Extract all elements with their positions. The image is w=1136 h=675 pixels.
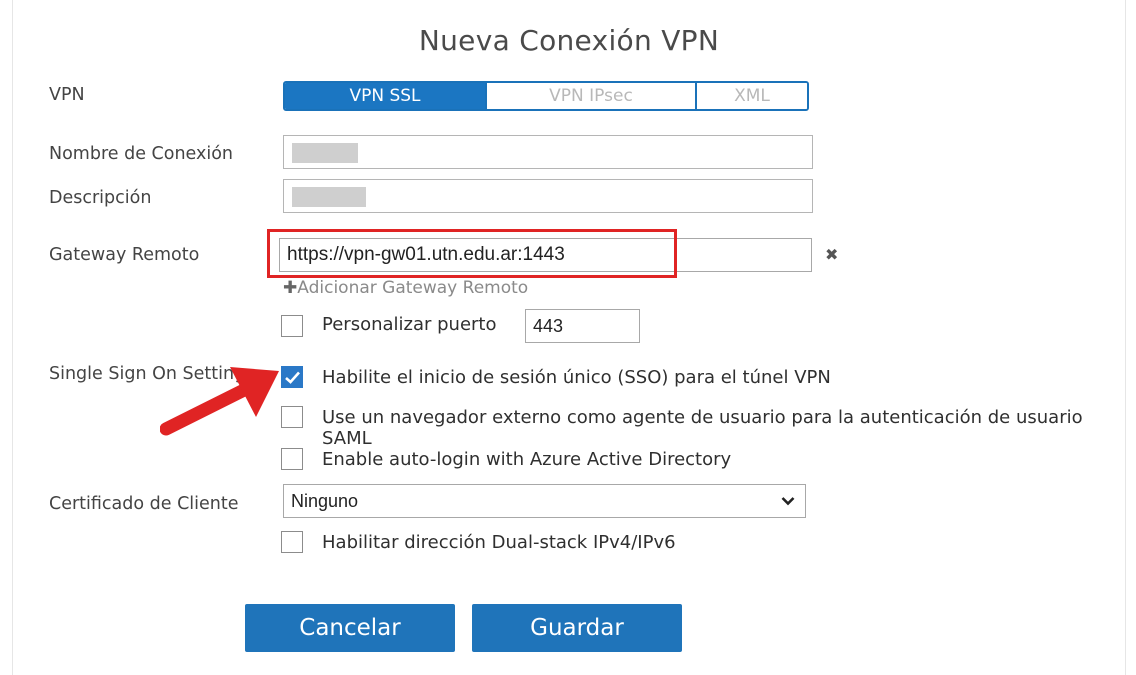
connection-name-label: Nombre de Conexión <box>49 144 234 164</box>
external-browser-label: Use un navegador externo como agente de … <box>322 407 1083 449</box>
tab-vpn-ssl[interactable]: VPN SSL <box>285 83 485 109</box>
custom-port-checkbox[interactable] <box>281 315 303 337</box>
save-button[interactable]: Guardar <box>472 604 682 652</box>
chevron-down-icon <box>781 497 795 506</box>
redacted-value <box>292 187 366 207</box>
dual-stack-label: Habilitar dirección Dual-stack IPv4/IPv6 <box>322 532 676 553</box>
checkmark-icon <box>285 371 300 384</box>
vpn-type-tabs: VPN SSL VPN IPsec XML <box>283 81 809 111</box>
azure-autologin-checkbox[interactable] <box>281 448 303 470</box>
remove-gateway-icon[interactable]: ✖ <box>825 245 838 264</box>
tab-xml[interactable]: XML <box>695 83 807 109</box>
sso-label: Habilite el inicio de sesión único (SSO)… <box>322 367 831 388</box>
custom-port-label: Personalizar puerto <box>322 314 497 335</box>
red-arrow-annotation <box>160 367 279 436</box>
port-input[interactable]: 443 <box>525 309 640 343</box>
connection-name-input[interactable] <box>283 135 813 169</box>
azure-autologin-label: Enable auto-login with Azure Active Dire… <box>322 449 732 470</box>
red-highlight-box <box>267 229 677 278</box>
add-gateway-label: Adicionar Gateway Remoto <box>297 278 529 298</box>
tab-vpn-ipsec[interactable]: VPN IPsec <box>485 83 695 109</box>
add-gateway-link[interactable]: ✚Adicionar Gateway Remoto <box>283 278 528 298</box>
dialog-title: Nueva Conexión VPN <box>418 24 720 57</box>
client-cert-select[interactable]: Ninguno <box>283 484 806 518</box>
remote-gateway-label: Gateway Remoto <box>49 245 200 265</box>
cancel-button[interactable]: Cancelar <box>245 604 455 652</box>
redacted-value <box>292 143 358 163</box>
description-input[interactable] <box>283 179 813 213</box>
vpn-label: VPN <box>49 85 85 105</box>
dual-stack-checkbox[interactable] <box>281 531 303 553</box>
description-label: Descripción <box>49 188 152 208</box>
client-cert-selected: Ninguno <box>291 491 359 511</box>
plus-icon: ✚ <box>283 278 298 298</box>
client-cert-label: Certificado de Cliente <box>49 494 239 514</box>
